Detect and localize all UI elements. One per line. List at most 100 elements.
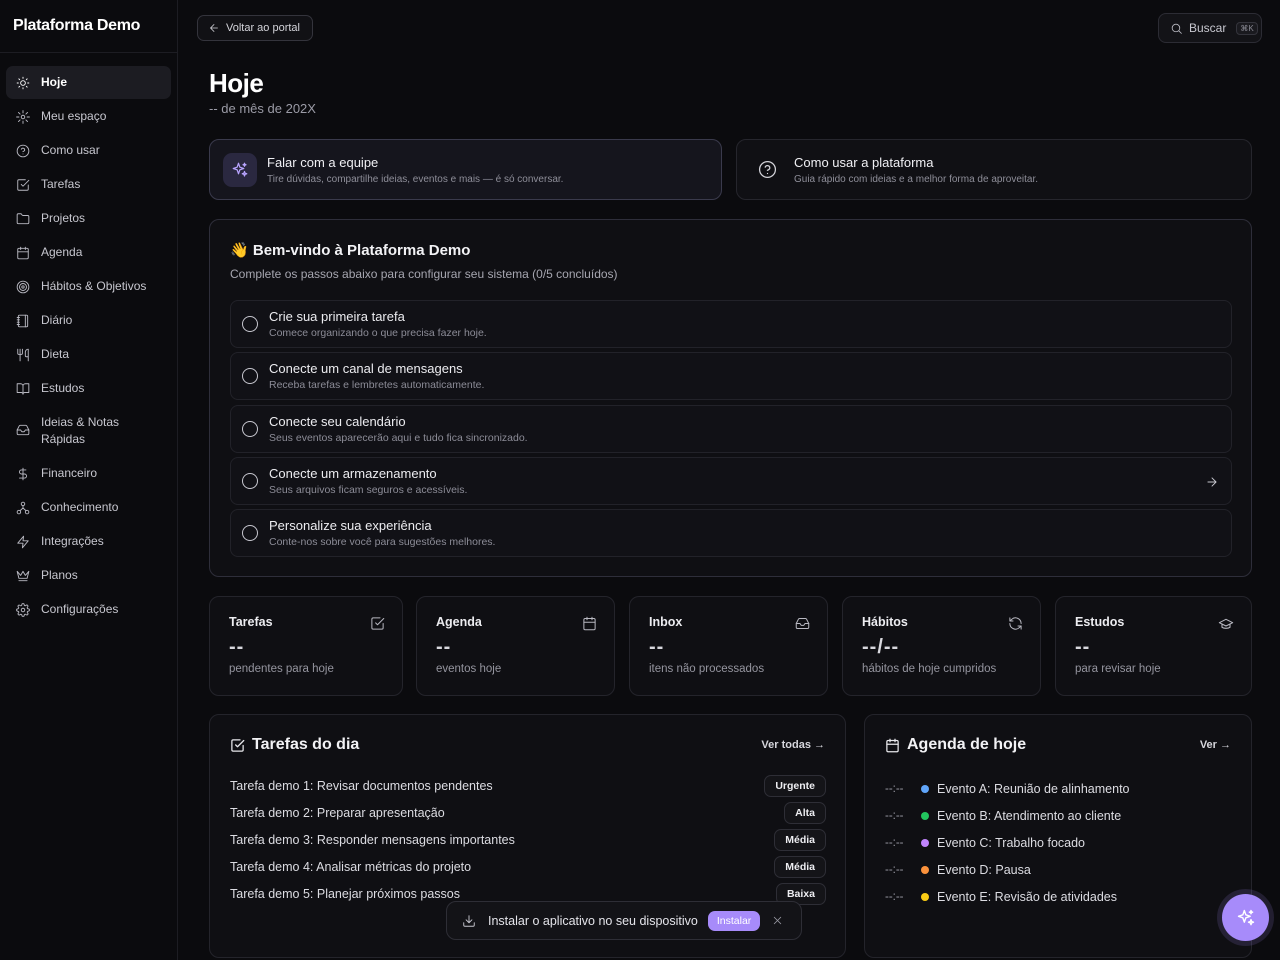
task-row[interactable]: Tarefa demo 1: Revisar documentos penden… <box>230 772 826 799</box>
stat-card-agenda[interactable]: Agenda -- eventos hoje <box>416 596 615 696</box>
network-icon <box>16 499 30 515</box>
sidebar-item-habitos-objetivos[interactable]: Hábitos & Objetivos <box>6 270 171 303</box>
search-label: Buscar <box>1189 21 1227 35</box>
sidebar-item-dieta[interactable]: Dieta <box>6 338 171 371</box>
stat-label: itens não processados <box>649 663 765 675</box>
stat-value: -- <box>436 636 452 658</box>
help-circle-icon <box>750 153 784 187</box>
agenda-event[interactable]: --:-- Evento D: Pausa <box>885 856 1130 883</box>
dollar-icon <box>16 465 30 481</box>
sidebar-item-label: Configurações <box>41 602 119 616</box>
wave-emoji-icon: 👋 <box>230 242 249 259</box>
target-icon <box>16 278 30 294</box>
agenda-event[interactable]: --:-- Evento E: Revisão de atividades <box>885 883 1130 910</box>
stat-title: Hábitos <box>862 615 908 629</box>
how-to-use-card[interactable]: Como usar a plataforma Guia rápido com i… <box>736 139 1252 200</box>
arrow-right-icon[interactable] <box>1205 475 1219 489</box>
sidebar-item-projetos[interactable]: Projetos <box>6 202 171 235</box>
sidebar-item-label: Estudos <box>41 381 85 395</box>
task-name: Tarefa demo 3: Responder mensagens impor… <box>230 832 515 847</box>
agenda-event[interactable]: --:-- Evento B: Atendimento ao cliente <box>885 802 1130 829</box>
sidebar-item-tarefas[interactable]: Tarefas <box>6 168 171 201</box>
task-row[interactable]: Tarefa demo 3: Responder mensagens impor… <box>230 826 826 853</box>
panel-title: Agenda de hoje <box>907 736 1027 753</box>
panel-header: Tarefas do dia <box>230 736 359 754</box>
sidebar-item-configuracoes[interactable]: Configurações <box>6 593 171 626</box>
step-title: Conecte um canal de mensagens <box>269 361 463 377</box>
agenda-event[interactable]: --:-- Evento A: Reunião de alinhamento <box>885 775 1130 802</box>
onboarding-step[interactable]: Personalize sua experiência Conte-nos so… <box>230 509 1232 558</box>
agenda-event[interactable]: --:-- Evento C: Trabalho focado <box>885 829 1130 856</box>
stat-title: Estudos <box>1075 615 1125 629</box>
step-subtitle: Seus arquivos ficam seguros e acessíveis… <box>269 483 468 496</box>
page-title: Hoje <box>209 68 264 98</box>
event-time: --:-- <box>885 836 904 849</box>
step-title: Personalize sua experiência <box>269 518 432 534</box>
sidebar-item-ideias-notas[interactable]: Ideias & Notas Rápidas <box>6 406 171 456</box>
task-row[interactable]: Tarefa demo 2: Preparar apresentação Alt… <box>230 799 826 826</box>
onboarding-steps: Crie sua primeira tarefa Comece organiza… <box>230 300 1232 561</box>
install-button[interactable]: Instalar <box>707 910 761 931</box>
stat-value: --/-- <box>862 636 900 658</box>
event-color-dot <box>921 811 929 820</box>
onboarding-step[interactable]: Conecte seu calendário Seus eventos apar… <box>230 404 1232 453</box>
step-radio[interactable] <box>242 420 258 437</box>
onboarding-title: 👋 Bem-vindo à Plataforma Demo <box>230 241 470 259</box>
onboarding-step[interactable]: Conecte um armazenamento Seus arquivos f… <box>230 456 1232 505</box>
sidebar-item-planos[interactable]: Planos <box>6 559 171 592</box>
sidebar-item-label: Projetos <box>41 211 86 225</box>
sidebar-item-diario[interactable]: Diário <box>6 304 171 337</box>
step-radio[interactable] <box>242 472 258 489</box>
sidebar-item-estudos[interactable]: Estudos <box>6 372 171 405</box>
brand-logo[interactable]: Plataforma Demo <box>0 0 177 53</box>
sidebar-item-hoje[interactable]: Hoje <box>6 66 171 99</box>
sidebar-item-financeiro[interactable]: Financeiro <box>6 457 171 490</box>
back-to-portal-button[interactable]: Voltar ao portal <box>197 15 313 41</box>
search-button[interactable]: Buscar ⌘K <box>1158 13 1262 43</box>
step-radio[interactable] <box>242 525 258 542</box>
view-all-tasks-link[interactable]: Ver todas → <box>761 739 825 751</box>
sidebar-item-agenda[interactable]: Agenda <box>6 236 171 269</box>
event-name: Evento D: Pausa <box>937 862 1031 877</box>
stat-card-habitos[interactable]: Hábitos --/-- hábitos de hoje cumpridos <box>842 596 1041 696</box>
stat-value: -- <box>1075 636 1091 658</box>
sparkles-icon <box>1236 908 1256 928</box>
stat-card-inbox[interactable]: Inbox -- itens não processados <box>629 596 828 696</box>
stat-card-estudos[interactable]: Estudos -- para revisar hoje <box>1055 596 1252 696</box>
today-agenda-panel: Agenda de hoje Ver → --:-- Evento A: Reu… <box>864 714 1252 958</box>
search-shortcut: ⌘K <box>1236 21 1258 35</box>
refresh-icon <box>1008 616 1023 631</box>
sidebar-item-label: Tarefas <box>41 177 81 191</box>
sidebar-item-label: Hábitos & Objetivos <box>41 279 147 293</box>
close-icon[interactable] <box>771 914 784 927</box>
task-row[interactable]: Tarefa demo 4: Analisar métricas do proj… <box>230 853 826 880</box>
stat-label: hábitos de hoje cumpridos <box>862 663 997 675</box>
bolt-icon <box>16 533 30 549</box>
sidebar-item-como-usar[interactable]: Como usar <box>6 134 171 167</box>
checkbox-icon <box>16 176 30 192</box>
sidebar-item-label: Integrações <box>41 534 104 548</box>
step-radio[interactable] <box>242 368 258 385</box>
stat-label: para revisar hoje <box>1075 663 1161 675</box>
event-color-dot <box>921 892 929 901</box>
sidebar-item-integracoes[interactable]: Integrações <box>6 525 171 558</box>
event-time: --:-- <box>885 890 904 903</box>
quick-card-title: Falar com a equipe <box>267 154 379 170</box>
step-radio[interactable] <box>242 316 258 332</box>
onboarding-step[interactable]: Crie sua primeira tarefa Comece organiza… <box>230 300 1232 348</box>
sidebar-nav: Hoje Meu espaço Como usar Tarefas Projet… <box>0 53 177 626</box>
priority-badge: Alta <box>784 801 826 824</box>
ai-assistant-button[interactable] <box>1222 894 1269 941</box>
view-agenda-link[interactable]: Ver → <box>1200 739 1231 751</box>
sidebar-item-meu-espaco[interactable]: Meu espaço <box>6 100 171 133</box>
sidebar-item-conhecimento[interactable]: Conhecimento <box>6 491 171 524</box>
onboarding-subtitle: Complete os passos abaixo para configura… <box>230 267 618 281</box>
stat-card-tarefas[interactable]: Tarefas -- pendentes para hoje <box>209 596 403 696</box>
onboarding-step[interactable]: Conecte um canal de mensagens Receba tar… <box>230 352 1232 401</box>
sidebar-item-label: Diário <box>41 313 73 327</box>
sidebar-item-label: Hoje <box>41 75 68 89</box>
task-name: Tarefa demo 5: Planejar próximos passos <box>230 886 460 901</box>
talk-to-team-card[interactable]: Falar com a equipe Tire dúvidas, compart… <box>209 139 722 200</box>
event-time: --:-- <box>885 782 904 795</box>
step-title: Conecte um armazenamento <box>269 465 437 481</box>
